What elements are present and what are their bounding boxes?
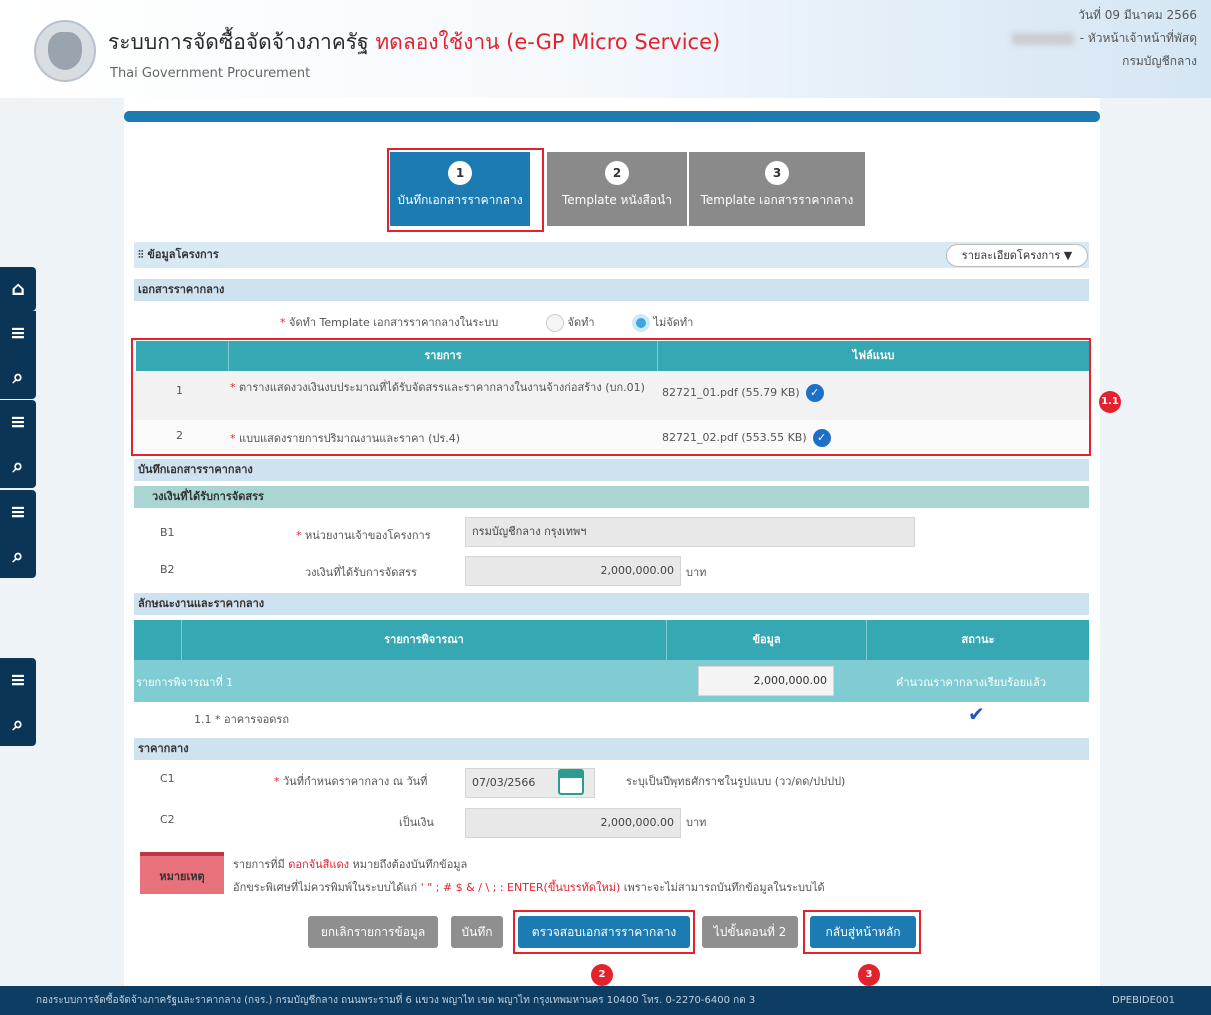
doc-section-header: เอกสารราคากลาง (134, 279, 1089, 301)
note-label-box: หมายเหตุ (140, 852, 224, 894)
character-section-title: ลักษณะงานและราคากลาง (138, 597, 265, 610)
sidebar-group-1: ≡ ⌕ (0, 311, 36, 399)
menu-icon[interactable]: ≡ (0, 311, 36, 355)
template-label: * จัดทำ Template เอกสารราคากลางในระบบ (280, 316, 499, 329)
highlight-back-button (803, 910, 921, 954)
blurred-username (1011, 32, 1074, 45)
c2-unit: บาท (686, 816, 707, 829)
footer: กองระบบการจัดซื้อจัดจ้างภาครัฐและราคากลา… (0, 986, 1211, 1015)
step-2-number: 2 (605, 161, 629, 185)
checkmark-icon: ✔ (968, 702, 985, 726)
b1-field[interactable]: กรมบัญชีกลาง กรุงเทพฯ (465, 517, 915, 547)
note-line-1: รายการที่มี ดอกจันสีแดง หมายถึงต้องบันทึ… (233, 858, 468, 871)
highlight-verify-button (513, 910, 695, 954)
budget-subheader: วงเงินที่ได้รับการจัดสรร (134, 486, 1089, 508)
header: ระบบการจัดซื้อจัดจ้างภาครัฐ ทดลองใช้งาน … (0, 0, 1211, 98)
calendar-icon[interactable] (558, 769, 584, 795)
character-row-1-value[interactable]: 2,000,000.00 (698, 666, 834, 696)
character-row-1-status: คำนวณราคากลางเรียบร้อยแล้ว (896, 676, 1047, 689)
c2-code: C2 (160, 813, 175, 826)
c2-field[interactable]: 2,000,000.00 (465, 808, 681, 838)
price-section-title: ราคากลาง (138, 742, 189, 755)
home-icon[interactable]: ⌂ (0, 267, 36, 311)
template-opt-no[interactable]: ไม่จัดทำ (632, 313, 693, 332)
sidebar-group-2: ≡ ⌕ (0, 400, 36, 488)
menu-icon[interactable]: ≡ (0, 400, 36, 444)
menu-icon[interactable]: ≡ (0, 490, 36, 534)
app-title-main: ระบบการจัดซื้อจัดจ้างภาครัฐ (108, 30, 369, 54)
sidebar-group-4: ≡ ⌕ (0, 658, 36, 746)
step-2-label: Template หนังสือนำ (561, 193, 672, 207)
search-icon[interactable]: ⌕ (0, 355, 36, 399)
budget-subheader-title: วงเงินที่ได้รับการจัดสรร (152, 490, 264, 503)
app-subtitle: Thai Government Procurement (110, 66, 311, 81)
menu-icon[interactable]: ≡ (0, 658, 36, 702)
b2-unit: บาท (686, 566, 707, 579)
c1-label: * วันที่กำหนดราคากลาง ณ วันที่ (274, 775, 428, 788)
c2-label: เป็นเงิน (399, 816, 434, 829)
save-button[interactable]: บันทึก (451, 916, 503, 948)
sidebar-group-3: ≡ ⌕ (0, 490, 36, 578)
project-section-title: ข้อมูลโครงการ (147, 248, 219, 261)
step-3[interactable]: 3 Template เอกสารราคากลาง (689, 152, 865, 226)
step-2[interactable]: 2 Template หนังสือนำ (547, 152, 687, 226)
b2-field[interactable]: 2,000,000.00 (465, 556, 681, 586)
sliders-icon: ⫶⫶ (138, 248, 144, 261)
sidebar-home: ⌂ (0, 267, 36, 311)
project-details-label: รายละเอียดโครงการ (961, 249, 1061, 262)
price-section-header: ราคากลาง (134, 738, 1089, 760)
current-date: วันที่ 09 มีนาคม 2566 (1078, 8, 1197, 22)
badge-1-1: 1.1 (1099, 391, 1121, 413)
user-role: - หัวหน้าเจ้าหน้าที่พัสดุ (1079, 31, 1197, 45)
c1-code: C1 (160, 772, 175, 785)
app-title: ระบบการจัดซื้อจัดจ้างภาครัฐ ทดลองใช้งาน … (108, 26, 720, 59)
note-line-2: อักขระพิเศษที่ไม่ควรพิมพ์ในระบบได้แก่ ' … (233, 881, 825, 894)
user-department: กรมบัญชีกลาง (1122, 54, 1197, 68)
radio-unchecked-icon (546, 314, 564, 332)
character-section-header: ลักษณะงานและราคากลาง (134, 593, 1089, 615)
search-icon[interactable]: ⌕ (0, 702, 36, 746)
cancel-button[interactable]: ยกเลิกรายการข้อมูล (308, 916, 438, 948)
next-step-button[interactable]: ไปขั้นตอนที่ 2 (702, 916, 798, 948)
chevron-down-icon: ▼ (1063, 249, 1073, 262)
radio-checked-icon (632, 314, 650, 332)
highlight-doc-table (131, 338, 1091, 456)
project-details-button[interactable]: รายละเอียดโครงการ ▼ (946, 244, 1088, 267)
character-header-item: รายการพิจารณา (182, 620, 667, 660)
template-opt-yes-label: จัดทำ (567, 316, 595, 329)
template-opt-yes[interactable]: จัดทำ (546, 313, 595, 332)
character-row-1-name: รายการพิจารณาที่ 1 (136, 676, 234, 689)
b2-label: วงเงินที่ได้รับการจัดสรร (305, 566, 417, 579)
template-opt-no-label: ไม่จัดทำ (653, 316, 694, 329)
progress-bar (124, 111, 1100, 122)
character-header-data: ข้อมูล (667, 620, 867, 660)
c1-hint: ระบุเป็นปีพุทธศักราชในรูปแบบ (วว/ดด/ปปปป… (626, 775, 846, 788)
b1-label: * หน่วยงานเจ้าของโครงการ (296, 529, 431, 542)
footer-page-code: DPEBIDE001 (1112, 995, 1175, 1006)
badge-2: 2 (591, 964, 613, 986)
record-section-title: บันทึกเอกสารราคากลาง (138, 463, 253, 476)
footer-address: กองระบบการจัดซื้อจัดจ้างภาครัฐและราคากลา… (36, 995, 756, 1006)
step-3-label: Template เอกสารราคากลาง (700, 193, 854, 207)
badge-3: 3 (858, 964, 880, 986)
b1-code: B1 (160, 526, 175, 539)
character-header-status: สถานะ (867, 620, 1089, 660)
doc-section-title: เอกสารราคากลาง (138, 283, 225, 296)
b2-code: B2 (160, 563, 175, 576)
step-3-number: 3 (765, 161, 789, 185)
record-section-header: บันทึกเอกสารราคากลาง (134, 459, 1089, 481)
character-header-spacer (134, 620, 182, 660)
search-icon[interactable]: ⌕ (0, 534, 36, 578)
highlight-step-1 (387, 148, 544, 232)
user-info: วันที่ 09 มีนาคม 2566 - หัวหน้าเจ้าหน้าท… (1011, 4, 1197, 73)
app-title-test: ทดลองใช้งาน (e-GP Micro Service) (375, 30, 721, 54)
search-icon[interactable]: ⌕ (0, 444, 36, 488)
garuda-logo-icon (34, 20, 96, 82)
character-row-2-name: 1.1 * อาคารจอดรถ (194, 713, 289, 726)
